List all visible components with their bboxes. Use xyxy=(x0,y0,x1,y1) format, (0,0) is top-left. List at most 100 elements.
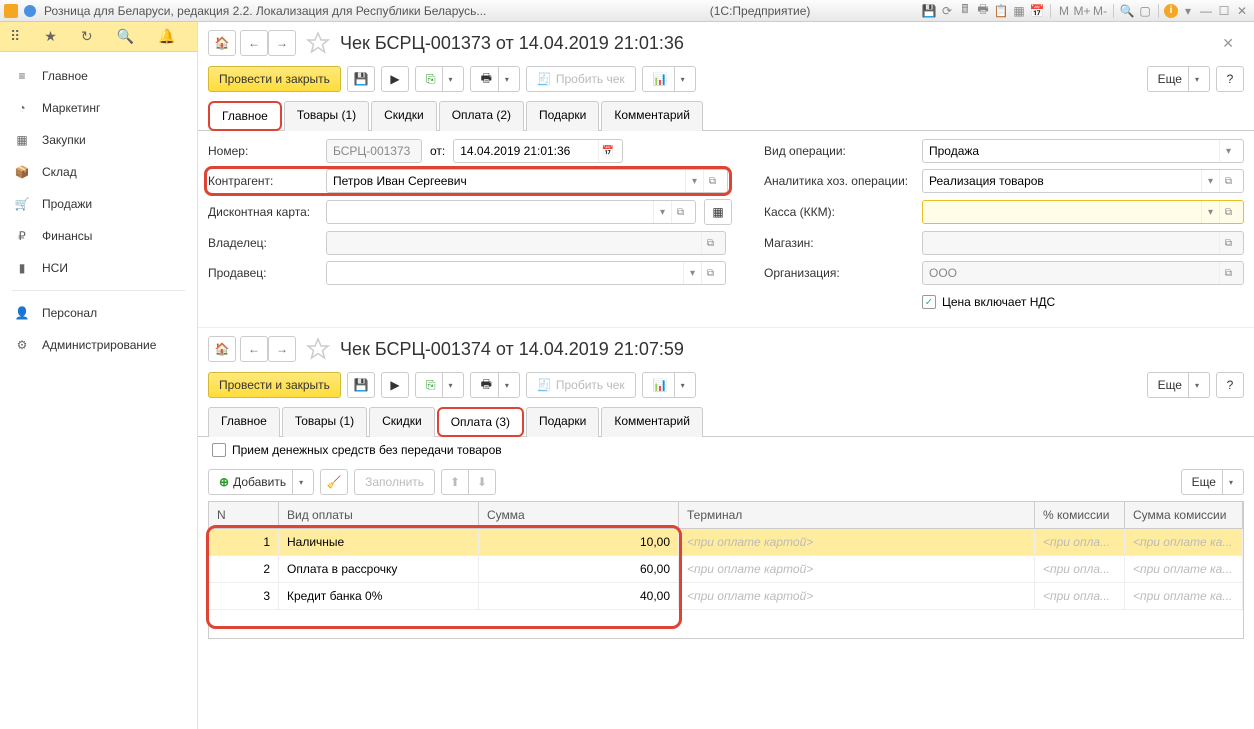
move-down-button[interactable]: ⬇ xyxy=(468,469,496,495)
close-icon[interactable]: ✕ xyxy=(1234,3,1250,19)
open-icon[interactable]: ⧉ xyxy=(701,262,719,284)
report-button[interactable]: 📊▾ xyxy=(642,66,696,92)
bell-icon[interactable]: 🔔 xyxy=(158,28,175,45)
print-button[interactable]: 🖶▾ xyxy=(470,66,520,92)
sidebar-item-admin[interactable]: ⚙Администрирование xyxy=(0,329,197,361)
home-button[interactable]: 🏠 xyxy=(208,336,236,362)
table-row[interactable]: 2 Оплата в рассрочку 60,00 <при оплате к… xyxy=(209,556,1243,583)
open-icon[interactable]: ⧉ xyxy=(1219,201,1237,223)
col-sum[interactable]: Сумма xyxy=(479,502,679,528)
sidebar-item-warehouse[interactable]: 📦Склад xyxy=(0,156,197,188)
zoom-icon[interactable]: 🔍 xyxy=(1119,3,1135,19)
tab-goods[interactable]: Товары (1) xyxy=(282,407,367,437)
delete-button[interactable]: 🧹 xyxy=(320,469,348,495)
tab-payment[interactable]: Оплата (2) xyxy=(439,101,524,131)
print-button[interactable]: 🖶▾ xyxy=(470,372,520,398)
forward-button[interactable]: → xyxy=(268,336,296,362)
kkm-field[interactable]: ▾⧉ xyxy=(922,200,1244,224)
info-icon[interactable]: i xyxy=(1164,4,1178,18)
print-icon[interactable]: 🖶 xyxy=(975,3,991,19)
calendar-icon[interactable]: 📅 xyxy=(1029,3,1045,19)
sidebar-item-personnel[interactable]: 👤Персонал xyxy=(0,297,197,329)
favorite-icon[interactable] xyxy=(306,337,330,361)
more-button[interactable]: Еще▾ xyxy=(1181,469,1244,495)
windows-icon[interactable]: ▢ xyxy=(1137,3,1153,19)
tab-discounts[interactable]: Скидки xyxy=(369,407,435,437)
sidebar-item-purchases[interactable]: ▦Закупки xyxy=(0,124,197,156)
dropdown-icon[interactable]: ▾ xyxy=(685,170,703,192)
save-button[interactable]: 💾 xyxy=(347,372,375,398)
post-button[interactable]: ▶ xyxy=(381,66,409,92)
open-icon[interactable]: ⧉ xyxy=(671,201,689,223)
open-icon[interactable]: ⧉ xyxy=(1219,232,1237,254)
sidebar-item-finance[interactable]: ₽Финансы xyxy=(0,220,197,252)
star-icon[interactable]: ★ xyxy=(44,28,57,45)
more-button[interactable]: Еще▾ xyxy=(1147,66,1210,92)
col-commission-sum[interactable]: Сумма комиссии xyxy=(1125,502,1243,528)
dropdown-icon[interactable]: ▾ xyxy=(683,262,701,284)
sidebar-item-nsi[interactable]: ▮НСИ xyxy=(0,252,197,284)
minimize-icon[interactable]: — xyxy=(1198,3,1214,19)
search-icon[interactable]: 🔍 xyxy=(117,28,134,45)
calendar-icon[interactable]: 📅 xyxy=(598,140,616,162)
table-row[interactable]: 1 Наличные 10,00 <при оплате картой> <пр… xyxy=(209,529,1243,556)
clipboard-icon[interactable]: 📋 xyxy=(993,3,1009,19)
maximize-icon[interactable]: ☐ xyxy=(1216,3,1232,19)
post-close-button[interactable]: Провести и закрыть xyxy=(208,372,341,398)
discount-card-field[interactable]: ▾⧉ xyxy=(326,200,696,224)
add-button[interactable]: ⊕Добавить▾ xyxy=(208,469,314,495)
card-action-button[interactable]: ▦ xyxy=(704,199,732,225)
col-type[interactable]: Вид оплаты xyxy=(279,502,479,528)
vat-checkbox[interactable]: ✓Цена включает НДС xyxy=(922,291,1055,313)
col-commission-pct[interactable]: % комиссии xyxy=(1035,502,1125,528)
calc-icon[interactable]: 🖩 xyxy=(957,3,973,19)
copy-button[interactable]: ⎘▾ xyxy=(415,66,464,92)
col-n[interactable]: N xyxy=(209,502,279,528)
m-minus-button[interactable]: M- xyxy=(1092,3,1108,19)
dropdown-icon[interactable]: ▾ xyxy=(1201,170,1219,192)
number-field[interactable]: БСРЦ-001373 xyxy=(326,139,422,163)
open-icon[interactable]: ⧉ xyxy=(701,232,719,254)
date-field[interactable]: 14.04.2019 21:01:36📅 xyxy=(453,139,623,163)
help-button[interactable]: ? xyxy=(1216,372,1244,398)
m-plus-button[interactable]: M+ xyxy=(1074,3,1090,19)
tab-comment[interactable]: Комментарий xyxy=(601,101,703,131)
op-type-field[interactable]: Продажа▾ xyxy=(922,139,1244,163)
post-close-button[interactable]: Провести и закрыть xyxy=(208,66,341,92)
open-icon[interactable]: ⧉ xyxy=(703,170,721,192)
save-button[interactable]: 💾 xyxy=(347,66,375,92)
more-button[interactable]: Еще▾ xyxy=(1147,372,1210,398)
back-button[interactable]: ← xyxy=(240,30,268,56)
favorite-icon[interactable] xyxy=(306,31,330,55)
save-icon[interactable]: 💾 xyxy=(921,3,937,19)
forward-button[interactable]: → xyxy=(268,30,296,56)
table-icon[interactable]: ▦ xyxy=(1011,3,1027,19)
sidebar-item-sales[interactable]: 🛒Продажи xyxy=(0,188,197,220)
sidebar-item-main[interactable]: ≡Главное xyxy=(0,60,197,92)
fill-button[interactable]: Заполнить xyxy=(354,469,435,495)
tab-main[interactable]: Главное xyxy=(208,407,280,437)
help-button[interactable]: ? xyxy=(1216,66,1244,92)
tab-comment[interactable]: Комментарий xyxy=(601,407,703,437)
col-terminal[interactable]: Терминал xyxy=(679,502,1035,528)
dropdown-icon[interactable]: ▾ xyxy=(1219,140,1237,162)
tab-main[interactable]: Главное xyxy=(208,101,282,131)
tab-gifts[interactable]: Подарки xyxy=(526,407,599,437)
move-up-button[interactable]: ⬆ xyxy=(441,469,469,495)
apps-icon[interactable]: ⠿ xyxy=(10,28,20,45)
tab-gifts[interactable]: Подарки xyxy=(526,101,599,131)
dropdown-icon[interactable]: ▾ xyxy=(1201,201,1219,223)
history-icon[interactable]: ↻ xyxy=(81,28,93,45)
seller-field[interactable]: ▾⧉ xyxy=(326,261,726,285)
counterparty-field[interactable]: Петров Иван Сергеевич▾⧉ xyxy=(326,169,728,193)
copy-button[interactable]: ⎘▾ xyxy=(415,372,464,398)
sidebar-item-marketing[interactable]: ◔Маркетинг xyxy=(0,92,197,124)
punch-check-button[interactable]: 🧾Пробить чек xyxy=(526,372,636,398)
punch-check-button[interactable]: 🧾Пробить чек xyxy=(526,66,636,92)
dropdown-icon[interactable]: ▾ xyxy=(653,201,671,223)
open-icon[interactable]: ⧉ xyxy=(1219,170,1237,192)
cash-no-goods-checkbox[interactable]: Прием денежных средств без передачи това… xyxy=(198,437,1254,463)
back-button[interactable]: ← xyxy=(240,336,268,362)
dropdown-icon[interactable]: ▾ xyxy=(1180,3,1196,19)
doc1-close[interactable]: ✕ xyxy=(1212,35,1244,52)
